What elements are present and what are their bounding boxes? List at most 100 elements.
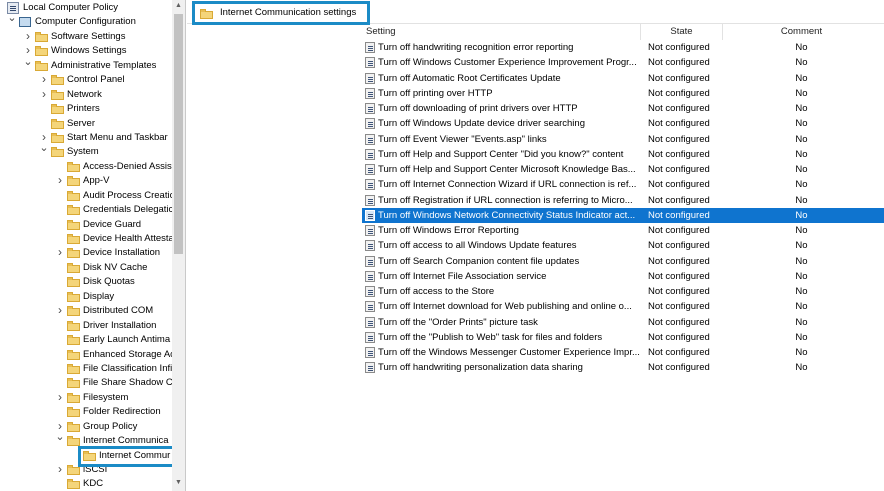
- tree-item[interactable]: Server: [0, 117, 172, 131]
- tree-item[interactable]: › Network: [0, 88, 172, 102]
- tree-item[interactable]: Driver Installation: [0, 319, 172, 333]
- chevron-right-icon[interactable]: ›: [54, 463, 66, 476]
- table-row[interactable]: Turn off Search Companion content file u…: [362, 254, 884, 269]
- table-row[interactable]: Turn off Internet download for Web publi…: [362, 299, 884, 314]
- table-row[interactable]: Turn off access to all Windows Update fe…: [362, 238, 884, 253]
- chevron-right-icon[interactable]: ›: [22, 30, 34, 43]
- table-row[interactable]: Turn off the "Publish to Web" task for f…: [362, 330, 884, 345]
- setting-name: Turn off Windows Customer Experience Imp…: [378, 57, 637, 69]
- chevron-down-icon[interactable]: ⌄: [22, 59, 34, 69]
- setting-name: Turn off Internet Connection Wizard if U…: [378, 179, 637, 191]
- tree-item[interactable]: › iSCSI: [0, 463, 172, 477]
- table-row[interactable]: Turn off Internet Connection Wizard if U…: [362, 177, 884, 192]
- table-row[interactable]: Turn off Windows Update device driver se…: [362, 116, 884, 131]
- tree-item-label: Filesystem: [83, 391, 129, 403]
- tree-item[interactable]: ⌄ System: [0, 145, 172, 159]
- tree-item[interactable]: Printers: [0, 102, 172, 116]
- policy-setting-icon: [365, 42, 375, 53]
- folder-icon: [67, 161, 80, 172]
- chevron-right-icon[interactable]: ›: [38, 73, 50, 86]
- chevron-right-icon[interactable]: ›: [54, 246, 66, 259]
- folder-icon: [83, 450, 96, 461]
- scrollbar-thumb[interactable]: [174, 14, 183, 254]
- tree-item[interactable]: › Control Panel: [0, 73, 172, 87]
- tree-item[interactable]: Audit Process Creatic: [0, 189, 172, 203]
- table-row[interactable]: Turn off Event Viewer "Events.asp" links…: [362, 132, 884, 147]
- chevron-right-icon[interactable]: ›: [22, 44, 34, 57]
- setting-comment: No: [795, 240, 808, 252]
- tree-item[interactable]: Credentials Delegatic: [0, 203, 172, 217]
- tree-item-label: Network: [67, 88, 102, 100]
- folder-icon: [51, 89, 64, 100]
- table-row[interactable]: Turn off Automatic Root Certificates Upd…: [362, 71, 884, 86]
- setting-comment: No: [795, 255, 808, 267]
- tree-item-label: Early Launch Antima: [83, 334, 171, 346]
- table-row[interactable]: Turn off Windows Error Reporting Not conf…: [362, 223, 884, 238]
- tree-item[interactable]: › Windows Settings: [0, 44, 172, 58]
- table-row[interactable]: Turn off Windows Network Connectivity St…: [362, 207, 884, 223]
- column-header-setting[interactable]: Setting: [362, 24, 641, 40]
- chevron-right-icon[interactable]: ›: [38, 131, 50, 144]
- table-row[interactable]: Turn off Help and Support Center "Did yo…: [362, 147, 884, 162]
- chevron-right-icon[interactable]: ›: [54, 174, 66, 187]
- details-title-tab: Internet Communication settings: [192, 1, 370, 25]
- scroll-up-arrow-icon[interactable]: ▲: [172, 0, 185, 12]
- tree-scrollbar[interactable]: ▲ ▼: [172, 0, 185, 491]
- table-row[interactable]: Turn off Help and Support Center Microso…: [362, 162, 884, 177]
- tree-item[interactable]: Disk NV Cache: [0, 261, 172, 275]
- table-row[interactable]: Turn off Registration if URL connection …: [362, 193, 884, 208]
- tree-item[interactable]: › Group Policy: [0, 420, 172, 434]
- table-row[interactable]: Turn off Internet File Association servi…: [362, 269, 884, 284]
- tree-item[interactable]: Local Computer Policy: [0, 1, 172, 15]
- tree-item[interactable]: › App-V: [0, 174, 172, 188]
- tree-item[interactable]: File Classification Infi: [0, 362, 172, 376]
- tree-item[interactable]: Enhanced Storage Ac: [0, 348, 172, 362]
- chevron-down-icon[interactable]: ⌄: [6, 15, 18, 25]
- tree-item[interactable]: › Start Menu and Taskbar: [0, 131, 172, 145]
- table-row[interactable]: Turn off access to the Store Not configur…: [362, 284, 884, 299]
- tree-item[interactable]: Device Health Attesta: [0, 232, 172, 246]
- tree-item[interactable]: › Device Installation: [0, 246, 172, 260]
- setting-comment: No: [795, 301, 808, 313]
- chevron-right-icon[interactable]: ›: [54, 420, 66, 433]
- setting-state: Not configured: [648, 179, 710, 191]
- table-row[interactable]: Turn off the "Order Prints" picture task…: [362, 315, 884, 330]
- setting-state: Not configured: [648, 270, 710, 282]
- tree-item[interactable]: › Software Settings: [0, 30, 172, 44]
- scroll-down-arrow-icon[interactable]: ▼: [172, 477, 185, 489]
- chevron-down-icon[interactable]: ⌄: [38, 145, 50, 155]
- column-header-state[interactable]: State: [641, 24, 723, 40]
- tree-item[interactable]: › Filesystem: [0, 391, 172, 405]
- setting-name: Turn off handwriting recognition error r…: [378, 42, 574, 53]
- table-row[interactable]: Turn off downloading of print drivers ov…: [362, 101, 884, 116]
- setting-state: Not configured: [648, 209, 710, 221]
- chevron-right-icon[interactable]: ›: [54, 391, 66, 404]
- tree-item[interactable]: KDC: [0, 477, 172, 491]
- table-row[interactable]: Turn off handwriting recognition error r…: [362, 40, 884, 55]
- tree-item[interactable]: ⌄ Computer Configuration: [0, 15, 172, 29]
- tree-item[interactable]: › Distributed COM: [0, 304, 172, 318]
- tree-item[interactable]: Access-Denied Assist: [0, 160, 172, 174]
- tree-item[interactable]: Folder Redirection: [0, 405, 172, 419]
- chevron-down-icon[interactable]: ⌄: [54, 434, 66, 444]
- tree-item[interactable]: ⌄ Administrative Templates: [0, 59, 172, 73]
- folder-icon: [67, 421, 80, 432]
- table-row[interactable]: Turn off printing over HTTP Not configure…: [362, 86, 884, 101]
- column-header-comment[interactable]: Comment: [723, 24, 880, 40]
- setting-name: Turn off the "Order Prints" picture task: [378, 316, 538, 328]
- table-row[interactable]: Turn off handwriting personalization dat…: [362, 360, 884, 375]
- tree-item[interactable]: ⌄ Internet Communica: [0, 434, 172, 448]
- folder-icon: [200, 9, 213, 19]
- tree-item[interactable]: Disk Quotas: [0, 275, 172, 289]
- tree-item[interactable]: Internet Commur: [0, 449, 172, 463]
- chevron-right-icon[interactable]: ›: [54, 304, 66, 317]
- tree-item[interactable]: Device Guard: [0, 218, 172, 232]
- folder-icon: [67, 479, 80, 490]
- tree-item[interactable]: Early Launch Antima: [0, 333, 172, 347]
- chevron-right-icon[interactable]: ›: [38, 88, 50, 101]
- folder-icon: [67, 306, 80, 317]
- tree-item[interactable]: File Share Shadow Cc: [0, 376, 172, 390]
- tree-item[interactable]: Display: [0, 290, 172, 304]
- table-row[interactable]: Turn off Windows Customer Experience Imp…: [362, 55, 884, 70]
- table-row[interactable]: Turn off the Windows Messenger Customer …: [362, 345, 884, 360]
